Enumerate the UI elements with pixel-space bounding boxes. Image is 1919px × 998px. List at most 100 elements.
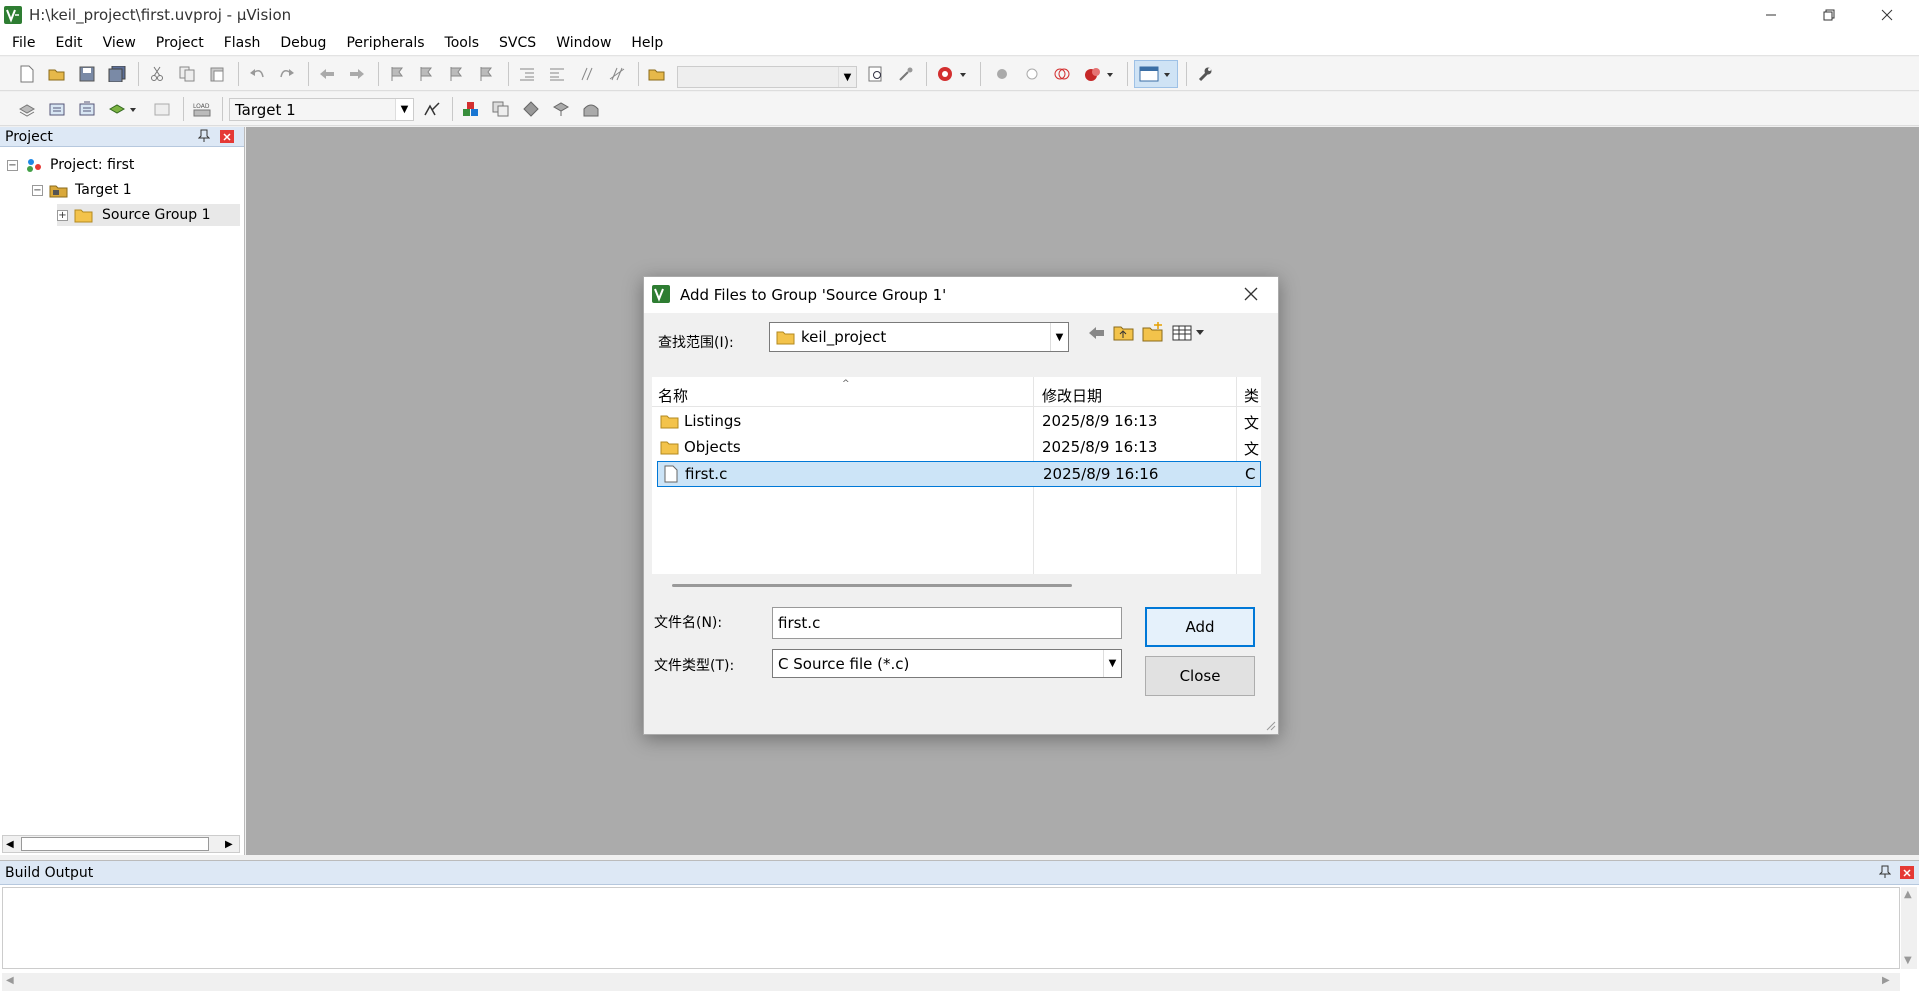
minimize-button[interactable]	[1742, 0, 1800, 30]
uncomment-icon[interactable]	[605, 62, 629, 86]
view-menu-icon[interactable]	[1172, 325, 1208, 345]
file-name: first.c	[685, 465, 728, 483]
column-modified[interactable]: 修改日期	[1042, 385, 1102, 406]
find-icon[interactable]	[864, 62, 888, 86]
close-panel-icon[interactable]	[1900, 866, 1914, 879]
nav-back-icon[interactable]	[315, 62, 339, 86]
save-icon[interactable]	[75, 62, 99, 86]
collapse-icon[interactable]: −	[7, 159, 18, 171]
file-row[interactable]: Objects 2025/8/9 16:13 文	[652, 435, 1261, 460]
new-folder-icon[interactable]	[1142, 322, 1164, 346]
menu-svcs[interactable]: SVCS	[489, 35, 546, 51]
window-layout-icon[interactable]	[1134, 60, 1178, 88]
find-in-files-icon[interactable]	[645, 62, 669, 86]
open-file-icon[interactable]	[45, 62, 69, 86]
debug-session-icon[interactable]	[933, 62, 973, 86]
tree-item-project[interactable]: − Project: first	[7, 154, 134, 176]
select-software-packs-icon[interactable]	[549, 97, 573, 121]
breakpoint-disable-all-icon[interactable]	[1050, 62, 1074, 86]
build-icon[interactable]	[45, 97, 69, 121]
hscroll-thumb[interactable]	[672, 584, 1072, 587]
bookmark-toggle-icon[interactable]	[385, 62, 409, 86]
bookmark-next-icon[interactable]	[445, 62, 469, 86]
output-hscrollbar[interactable]: ◀ ▶	[2, 973, 1900, 991]
scroll-left-icon[interactable]: ◀	[6, 839, 14, 850]
menu-peripherals[interactable]: Peripherals	[336, 35, 434, 51]
bookmark-prev-icon[interactable]	[415, 62, 439, 86]
menu-file[interactable]: File	[0, 35, 45, 51]
pack-installer-icon[interactable]	[519, 97, 543, 121]
menu-view[interactable]: View	[93, 35, 146, 51]
batch-build-icon[interactable]	[105, 97, 145, 121]
restore-button[interactable]	[1800, 0, 1858, 30]
pin-icon[interactable]	[197, 129, 211, 147]
close-window-button[interactable]	[1858, 0, 1916, 30]
save-all-icon[interactable]	[105, 62, 129, 86]
look-in-select[interactable]: keil_project ▼	[769, 322, 1069, 352]
download-load-icon[interactable]: LOAD	[190, 97, 214, 121]
target-select[interactable]: Target 1 ▼	[229, 98, 414, 121]
configure-wrench-icon[interactable]	[1193, 62, 1217, 86]
svg-text:LOAD: LOAD	[193, 103, 210, 110]
comment-icon[interactable]	[575, 62, 599, 86]
undo-icon[interactable]	[245, 62, 269, 86]
up-folder-icon[interactable]	[1113, 323, 1135, 345]
breakpoint-kill-all-icon[interactable]	[1080, 62, 1120, 86]
menu-flash[interactable]: Flash	[214, 35, 271, 51]
resize-grip-icon[interactable]	[1264, 719, 1276, 735]
expand-icon[interactable]: +	[57, 209, 68, 221]
bookmark-clear-icon[interactable]	[475, 62, 499, 86]
stop-build-icon[interactable]	[150, 97, 174, 121]
file-extensions-icon[interactable]	[489, 97, 513, 121]
back-arrow-icon[interactable]	[1088, 326, 1106, 344]
manage-rte-icon[interactable]	[579, 97, 603, 121]
close-button[interactable]: Close	[1145, 656, 1255, 696]
build-output-text[interactable]	[2, 887, 1900, 969]
menu-project[interactable]: Project	[146, 35, 214, 51]
file-row[interactable]: Listings 2025/8/9 16:13 文	[652, 409, 1261, 434]
add-button[interactable]: Add	[1145, 607, 1255, 647]
pin-icon[interactable]	[1878, 865, 1892, 883]
menu-debug[interactable]: Debug	[270, 35, 336, 51]
paste-icon[interactable]	[205, 62, 229, 86]
redo-icon[interactable]	[275, 62, 299, 86]
tree-item-target[interactable]: − Target 1	[32, 179, 132, 201]
tree-item-source-group[interactable]: + Source Group 1	[57, 204, 240, 226]
menu-window[interactable]: Window	[546, 35, 621, 51]
indent-icon[interactable]	[515, 62, 539, 86]
breakpoint-enable-icon[interactable]	[1020, 62, 1044, 86]
column-type[interactable]: 类	[1244, 385, 1261, 406]
cut-icon[interactable]	[145, 62, 169, 86]
menu-tools[interactable]: Tools	[435, 35, 490, 51]
incremental-find-icon[interactable]	[894, 62, 918, 86]
breakpoint-insert-icon[interactable]	[990, 62, 1014, 86]
scroll-down-icon[interactable]: ▼	[1904, 955, 1912, 966]
file-row-selected[interactable]: first.c 2025/8/9 16:16 C	[657, 461, 1261, 487]
scroll-right-icon[interactable]: ▶	[1882, 975, 1890, 986]
copy-icon[interactable]	[175, 62, 199, 86]
scroll-left-icon[interactable]: ◀	[6, 975, 14, 986]
nav-forward-icon[interactable]	[345, 62, 369, 86]
filename-input[interactable]: first.c	[772, 607, 1122, 639]
menu-help[interactable]: Help	[621, 35, 673, 51]
scroll-up-icon[interactable]: ▲	[1904, 889, 1912, 900]
column-name[interactable]: 名称	[658, 385, 688, 406]
collapse-icon[interactable]: −	[32, 184, 43, 196]
menu-edit[interactable]: Edit	[45, 35, 92, 51]
scroll-right-icon[interactable]: ▶	[225, 839, 233, 850]
project-hscrollbar[interactable]: ◀ ▶	[2, 835, 240, 853]
scroll-thumb[interactable]	[21, 837, 209, 851]
manage-components-icon[interactable]	[459, 97, 483, 121]
output-vscrollbar[interactable]: ▲ ▼	[1901, 887, 1917, 969]
rebuild-icon[interactable]	[75, 97, 99, 121]
close-panel-icon[interactable]	[220, 130, 234, 143]
new-file-icon[interactable]	[15, 62, 39, 86]
target-options-icon[interactable]	[420, 97, 444, 121]
dialog-close-icon[interactable]	[1244, 287, 1258, 305]
file-type: 文	[1244, 414, 1260, 432]
find-combo[interactable]: ▼	[677, 66, 857, 88]
translate-icon[interactable]	[15, 97, 39, 121]
filetype-select[interactable]: C Source file (*.c) ▼	[772, 649, 1122, 678]
unindent-icon[interactable]	[545, 62, 569, 86]
filetype-value: C Source file (*.c)	[778, 654, 910, 673]
